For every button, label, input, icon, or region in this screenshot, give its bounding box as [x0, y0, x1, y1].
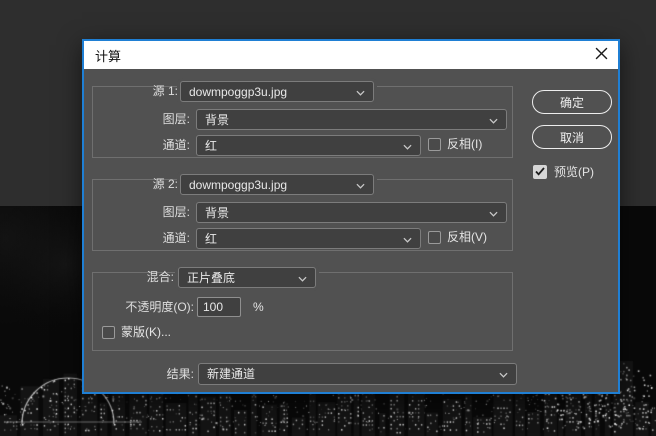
dialog-titlebar[interactable]: 计算: [84, 41, 618, 69]
mask-checkbox[interactable]: [102, 326, 115, 339]
mask-label[interactable]: 蒙版(K)...: [121, 325, 171, 340]
chevron-down-icon: [397, 232, 412, 246]
ok-button[interactable]: 确定: [532, 90, 612, 114]
source1-invert-checkbox[interactable]: [428, 138, 441, 151]
result-label: 结果:: [166, 367, 194, 381]
dialog-title: 计算: [95, 48, 122, 64]
source1-label: 源 1:: [152, 84, 178, 98]
photoshop-workspace: 计算 源 1: dowmpoggp3u.jpg 图层: 背景 通道: 红 反相(…: [0, 0, 656, 436]
source2-invert-checkbox[interactable]: [428, 231, 441, 244]
source1-channel-value: 红: [205, 138, 218, 153]
source1-file-dropdown[interactable]: dowmpoggp3u.jpg: [180, 81, 374, 102]
source2-file-value: dowmpoggp3u.jpg: [189, 177, 288, 192]
close-button[interactable]: [584, 41, 618, 69]
chevron-down-icon: [350, 85, 365, 99]
source2-channel-dropdown[interactable]: 红: [196, 228, 421, 249]
opacity-label: 不透明度(O):: [125, 300, 194, 314]
dialog-content: 源 1: dowmpoggp3u.jpg 图层: 背景 通道: 红 反相(I) …: [84, 69, 618, 392]
source1-layer-value: 背景: [205, 112, 230, 127]
chevron-down-icon: [493, 367, 508, 381]
chevron-down-icon: [350, 178, 365, 192]
source2-layer-label: 图层:: [162, 205, 190, 219]
source2-label: 源 2:: [152, 177, 178, 191]
source1-channel-label: 通道:: [162, 138, 190, 152]
preview-checkbox[interactable]: [533, 165, 547, 179]
blend-mode-value: 正片叠底: [187, 270, 236, 285]
result-value: 新建通道: [207, 367, 256, 381]
opacity-unit: %: [253, 300, 264, 314]
source1-channel-dropdown[interactable]: 红: [196, 135, 421, 156]
source1-invert-label[interactable]: 反相(I): [447, 137, 482, 152]
source1-file-value: dowmpoggp3u.jpg: [189, 84, 288, 99]
blend-label: 混合:: [146, 270, 174, 284]
preview-label[interactable]: 预览(P): [554, 165, 594, 180]
calculations-dialog: 计算 源 1: dowmpoggp3u.jpg 图层: 背景 通道: 红 反相(…: [82, 39, 620, 394]
result-dropdown[interactable]: 新建通道: [198, 363, 517, 385]
source2-layer-dropdown[interactable]: 背景: [196, 202, 507, 223]
source2-file-dropdown[interactable]: dowmpoggp3u.jpg: [180, 174, 374, 195]
source2-channel-label: 通道:: [162, 231, 190, 245]
chevron-down-icon: [483, 206, 498, 220]
chevron-down-icon: [292, 271, 307, 285]
close-icon: [595, 47, 608, 63]
cancel-button[interactable]: 取消: [532, 125, 612, 149]
source1-layer-dropdown[interactable]: 背景: [196, 109, 507, 130]
check-icon: [535, 165, 545, 179]
chevron-down-icon: [397, 139, 412, 153]
opacity-input[interactable]: [197, 297, 241, 317]
source2-invert-label[interactable]: 反相(V): [447, 230, 487, 245]
chevron-down-icon: [483, 113, 498, 127]
source2-channel-value: 红: [205, 231, 218, 246]
blend-mode-dropdown[interactable]: 正片叠底: [178, 267, 316, 288]
source2-layer-value: 背景: [205, 205, 230, 220]
source1-layer-label: 图层:: [162, 112, 190, 126]
